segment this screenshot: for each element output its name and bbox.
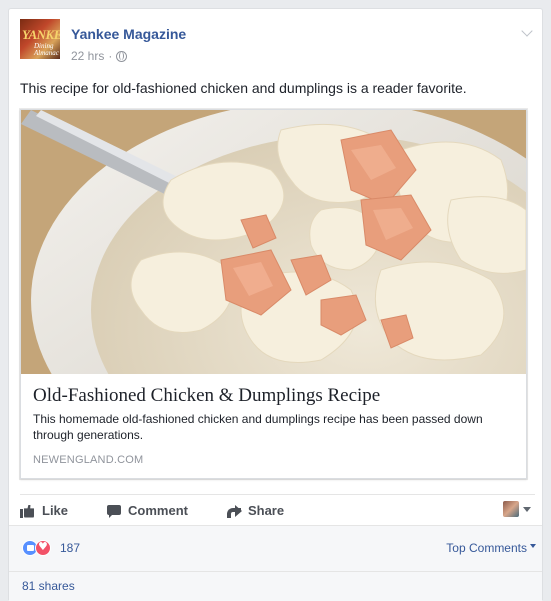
shares-count[interactable]: 81 shares <box>22 579 75 593</box>
dumplings-photo <box>21 110 526 374</box>
link-domain: NEWENGLAND.COM <box>33 454 144 466</box>
love-reaction-icon <box>35 540 51 556</box>
like-label: Like <box>42 503 69 518</box>
share-label: Share <box>247 503 285 518</box>
reaction-count[interactable]: 187 <box>60 541 80 555</box>
reactions-row: 187 Top Comments <box>9 525 542 571</box>
post-header: YANKEE Dining Almanac Yankee Magazine 22… <box>20 19 535 63</box>
profile-switcher[interactable] <box>503 501 531 517</box>
meta-separator: · <box>108 49 113 63</box>
top-comments-label: Top Comments <box>446 541 527 555</box>
user-avatar <box>503 501 519 517</box>
avatar-logo-text: YANKEE <box>22 27 60 42</box>
link-preview-body[interactable]: Old-Fashioned Chicken & Dumplings Recipe… <box>21 374 526 478</box>
link-preview[interactable]: Old-Fashioned Chicken & Dumplings Recipe… <box>20 109 527 479</box>
post-meta: 22 hrs · <box>71 49 128 63</box>
reaction-icons[interactable] <box>22 540 51 556</box>
post-card: YANKEE Dining Almanac Yankee Magazine 22… <box>8 8 543 601</box>
post-text: This recipe for old-fashioned chicken an… <box>20 80 467 96</box>
like-icon <box>20 503 36 519</box>
like-button[interactable]: Like <box>20 503 68 519</box>
share-icon <box>226 503 242 519</box>
link-title[interactable]: Old-Fashioned Chicken & Dumplings Recipe <box>33 384 514 408</box>
action-bar: Like Comment Share <box>20 494 535 524</box>
caret-down-icon <box>530 544 536 548</box>
page-avatar[interactable]: YANKEE Dining Almanac <box>20 19 60 59</box>
comment-button[interactable]: Comment <box>106 503 188 519</box>
chevron-down-icon[interactable] <box>521 25 533 37</box>
link-preview-image[interactable] <box>21 110 526 374</box>
shares-row: 81 shares <box>9 571 542 601</box>
comment-label: Comment <box>128 503 188 518</box>
post-timestamp[interactable]: 22 hrs <box>71 49 104 63</box>
comment-icon <box>106 503 122 519</box>
share-button[interactable]: Share <box>226 503 284 519</box>
globe-icon[interactable] <box>116 50 128 62</box>
avatar-sub-text: Dining Almanac <box>34 42 59 57</box>
top-comments-dropdown[interactable]: Top Comments <box>446 541 536 555</box>
page-name-link[interactable]: Yankee Magazine <box>71 26 186 42</box>
link-description: This homemade old-fashioned chicken and … <box>33 412 483 442</box>
caret-down-icon <box>523 506 531 512</box>
